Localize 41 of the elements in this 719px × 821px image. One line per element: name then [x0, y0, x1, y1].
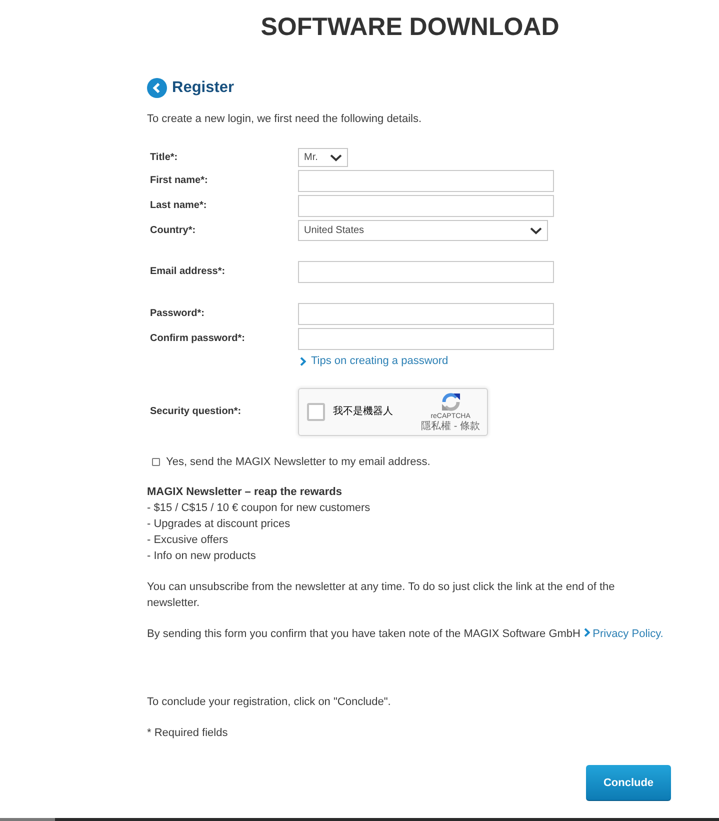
field-label: Title*:	[150, 152, 178, 164]
dropdown[interactable]: Mr.	[298, 148, 348, 167]
field-label: Last name*:	[150, 200, 207, 212]
dropdown[interactable]: United States	[298, 220, 548, 241]
field-label: Security question*:	[150, 406, 242, 418]
unsubscribe-note: You can unsubscribe from the newsletter at any time. To do so just click the link at the end of the newsletter.	[147, 580, 616, 611]
captcha-links[interactable]: 隱私權 - 條款	[421, 421, 480, 432]
chevron-right-icon	[584, 628, 590, 637]
field-label: Confirm password*:	[150, 333, 246, 345]
back-icon[interactable]	[147, 78, 167, 98]
conclude-button[interactable]: Conclude	[586, 765, 671, 801]
password-field[interactable]	[298, 303, 554, 325]
privacy-policy-link[interactable]: Privacy Policy.	[584, 628, 664, 640]
conclude-note: To conclude your registration, click on "Conclude".	[147, 695, 392, 710]
newsletter-checkbox[interactable]	[152, 458, 160, 466]
caret-icon	[330, 154, 342, 162]
page-title: SOFTWARE DOWNLOAD	[260, 12, 560, 42]
caret-icon	[530, 226, 542, 234]
tips-link[interactable]: Tips on creating a password	[300, 354, 448, 368]
field-label: Password*:	[150, 308, 204, 320]
benefit-item: - Excusive offers	[147, 533, 228, 548]
field-label: Country*:	[150, 224, 196, 236]
field-label: First name*:	[150, 175, 208, 187]
privacy-notice: By sending this form you confirm that you have taken note of the MAGIX Software GmbH Privacy Policy.	[147, 627, 664, 642]
input-field[interactable]	[298, 170, 554, 192]
benefit-item: - $15 / C$15 / 10 € coupon for new customers	[147, 501, 370, 516]
chevron-right-icon	[300, 356, 306, 366]
intro-text: To create a new login, we first need the following details.	[147, 112, 422, 126]
benefit-item: - Info on new products	[147, 549, 256, 564]
newsletter-heading: MAGIX Newsletter – reap the rewards	[147, 485, 342, 500]
section-title: Register	[172, 78, 234, 98]
circular-arrows-icon	[440, 392, 461, 412]
captcha-checkbox[interactable]	[307, 403, 325, 421]
input-field[interactable]	[298, 261, 554, 283]
benefit-item: - Upgrades at discount prices	[147, 517, 290, 532]
newsletter-label: Yes, send the MAGIX Newsletter to my email address.	[166, 455, 430, 469]
captcha-label: 我不是機器人	[333, 406, 393, 418]
password-field[interactable]	[298, 328, 554, 350]
required-note: * Required fields	[147, 726, 229, 741]
field-label: Email address*:	[150, 266, 226, 278]
input-field[interactable]	[298, 195, 554, 217]
